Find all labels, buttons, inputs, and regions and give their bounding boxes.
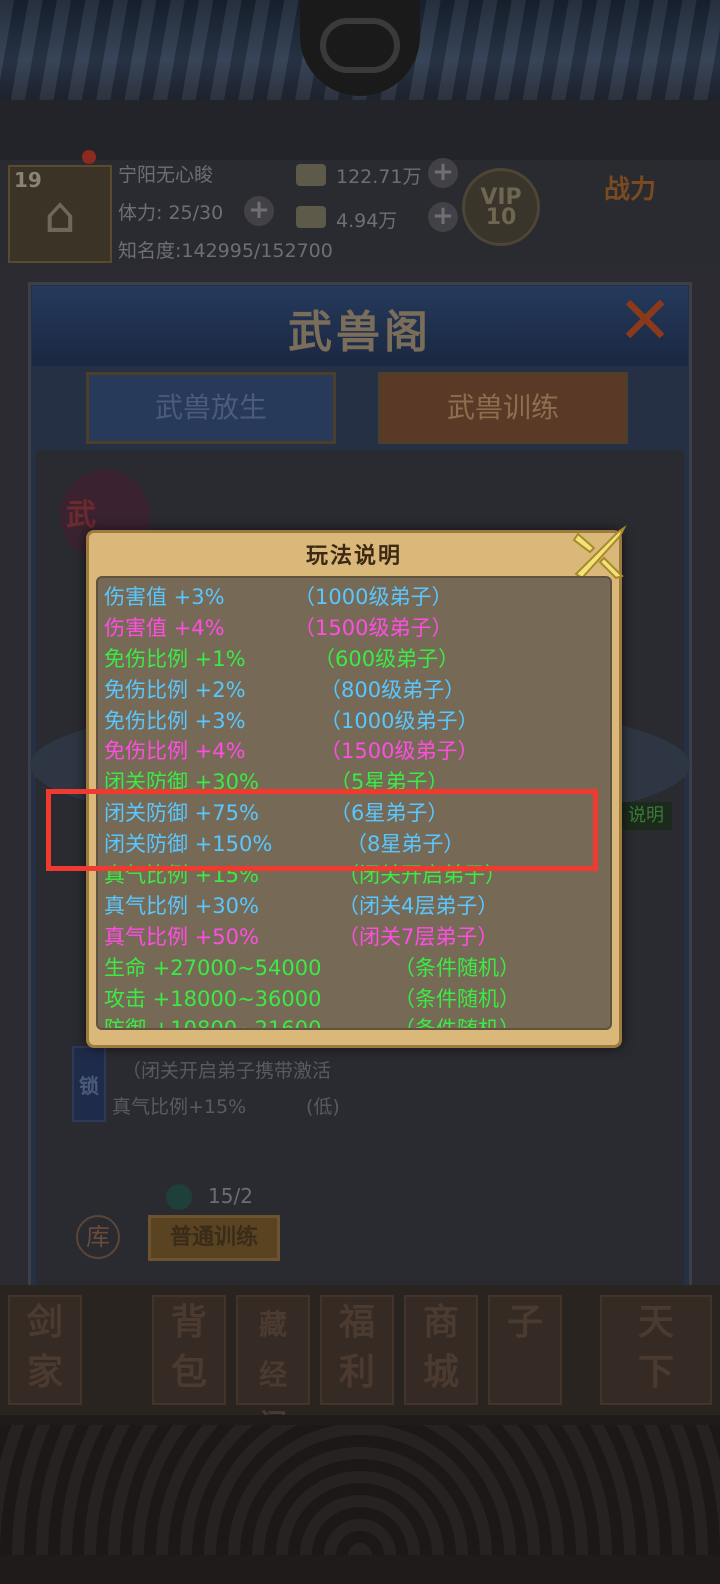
locked-grade: (低): [306, 1096, 340, 1118]
rule-stat: 伤害值 +3%: [104, 585, 225, 609]
rule-stat: 免伤比例 +1%: [104, 646, 246, 671]
beast-food-icon: [166, 1184, 192, 1210]
tab-release-beast[interactable]: 武兽放生: [86, 372, 336, 444]
footer-pattern: [0, 1425, 720, 1555]
nav-world[interactable]: 天 下: [600, 1295, 712, 1405]
player-name: 宁阳无心睃: [118, 164, 214, 186]
rule-stat: 免伤比例 +4%: [104, 739, 246, 764]
rule-condition: （1000级弟子）: [320, 708, 479, 733]
emblem-label: 武: [66, 498, 96, 533]
pagoda-icon: ⌂: [44, 186, 76, 244]
rule-row: 防御 +10800~21600 （条件随机）: [98, 1014, 610, 1030]
gold-amount: 4.94万: [336, 210, 398, 232]
vip-text: VIP 10: [480, 185, 522, 230]
rule-stat: 真气比例 +30%: [104, 893, 259, 918]
silver-ingot-icon: [296, 164, 326, 186]
rule-stat: 免伤比例 +3%: [104, 708, 246, 733]
rule-stat: 攻击 +18000~36000: [104, 986, 322, 1011]
locked-hint: （闭关开启弟子携带激活: [122, 1060, 332, 1082]
rule-row: 免伤比例 +2% （800级弟子）: [98, 675, 610, 706]
rule-condition: （600级弟子）: [314, 646, 460, 671]
normal-train-button[interactable]: 普通训练: [148, 1215, 280, 1261]
rule-stat: 免伤比例 +2%: [104, 677, 246, 702]
nav-sword-home[interactable]: 剑 家: [8, 1295, 82, 1405]
rule-stat: 伤害值 +4%: [104, 615, 225, 640]
fame-text: 知名度:142995/152700: [118, 240, 333, 262]
rule-stat: 防御 +10800~21600: [104, 1017, 322, 1030]
add-stamina-button[interactable]: +: [244, 196, 274, 226]
rule-condition: （条件随机）: [394, 986, 520, 1011]
nav-shop[interactable]: 商 城: [404, 1295, 478, 1405]
nav-welfare[interactable]: 福 利: [320, 1295, 394, 1405]
explain-button[interactable]: 说明: [620, 802, 672, 830]
rule-row: 生命 +27000~54000 （条件随机）: [98, 953, 610, 984]
rule-condition: （1500级弟子）: [320, 739, 479, 764]
rule-condition: （条件随机）: [394, 1017, 520, 1030]
highlight-box: [46, 789, 598, 871]
gold-icon: [296, 206, 326, 228]
rule-condition: （条件随机）: [394, 955, 520, 980]
notification-dot: [82, 150, 96, 164]
rule-row: 真气比例 +50% （闭关7层弟子）: [98, 922, 610, 953]
dialog-title: 玩法说明: [305, 544, 402, 569]
rule-condition: （1000级弟子）: [294, 585, 453, 609]
rule-condition: （1500级弟子）: [294, 615, 453, 640]
panel-close-icon[interactable]: ✕: [610, 288, 680, 358]
rule-row: 伤害值 +4% （1500级弟子）: [98, 613, 610, 644]
nav-disciple[interactable]: 子: [488, 1295, 562, 1405]
add-gold-button[interactable]: +: [428, 202, 458, 232]
rule-stat: 生命 +27000~54000: [104, 955, 322, 980]
rule-row: 攻击 +18000~36000 （条件随机）: [98, 984, 610, 1015]
lock-button[interactable]: 锁: [72, 1046, 106, 1122]
nav-scripture-pavilion[interactable]: 藏 经 阁: [236, 1295, 310, 1441]
rule-row: 伤害值 +3% （1000级弟子）: [98, 582, 610, 613]
power-label: 战力: [603, 175, 656, 205]
food-count: 15/2: [208, 1184, 253, 1208]
rule-condition: （闭关4层弟子）: [338, 893, 499, 918]
rule-row: 真气比例 +30% （闭关4层弟子）: [98, 891, 610, 922]
rule-condition: （800级弟子）: [320, 677, 466, 702]
rule-row: 免伤比例 +4% （1500级弟子）: [98, 736, 610, 767]
panel-title: 武兽阁: [288, 307, 432, 358]
tab-train-beast[interactable]: 武兽训练: [378, 372, 628, 444]
locked-stat: 真气比例+15%: [112, 1096, 247, 1118]
stamina-text: 体力: 25/30: [118, 202, 224, 224]
roof-swirl-icon: [320, 18, 400, 73]
dialog-close-icon[interactable]: [568, 522, 630, 584]
top-band: [0, 100, 720, 160]
add-silver-button[interactable]: +: [428, 158, 458, 188]
nav-bag[interactable]: 背 包: [152, 1295, 226, 1405]
rule-stat: 真气比例 +50%: [104, 924, 259, 949]
silver-amount: 122.71万: [336, 166, 422, 188]
storage-button[interactable]: 库: [76, 1215, 120, 1259]
rule-row: 免伤比例 +1% （600级弟子）: [98, 644, 610, 675]
rule-row: 免伤比例 +3% （1000级弟子）: [98, 706, 610, 737]
rule-condition: （闭关7层弟子）: [338, 924, 499, 949]
